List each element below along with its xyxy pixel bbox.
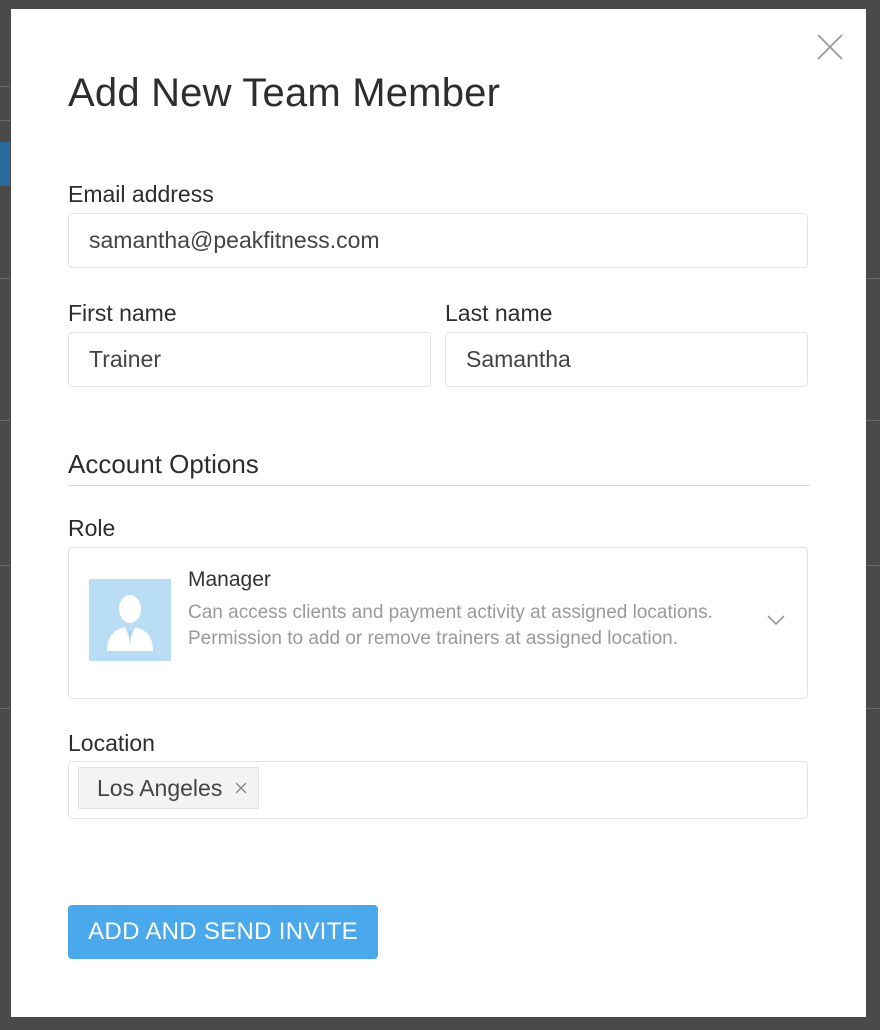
last-name-label: Last name — [445, 300, 553, 326]
background-divider — [0, 708, 10, 709]
background-divider — [866, 278, 880, 279]
remove-tag-icon[interactable] — [234, 781, 248, 795]
location-multiselect[interactable]: Los Angeles — [68, 761, 808, 819]
last-name-field[interactable]: Samantha — [445, 332, 808, 387]
close-button[interactable] — [816, 33, 844, 61]
background-divider — [866, 708, 880, 709]
background-divider — [866, 420, 880, 421]
first-name-field[interactable]: Trainer — [68, 332, 431, 387]
email-value: samantha@peakfitness.com — [89, 227, 380, 253]
last-name-value: Samantha — [466, 346, 571, 372]
role-selected-name: Manager — [188, 568, 271, 591]
background-divider — [0, 420, 10, 421]
first-name-value: Trainer — [89, 346, 161, 372]
account-options-heading: Account Options — [68, 449, 259, 479]
role-selected-description: Can access clients and payment activity … — [188, 602, 713, 649]
background-divider — [866, 565, 880, 566]
background-divider — [0, 278, 10, 279]
location-tag: Los Angeles — [78, 767, 260, 809]
close-icon — [817, 34, 843, 60]
first-name-label: First name — [68, 300, 177, 326]
chevron-down-icon — [767, 615, 785, 626]
add-and-send-invite-button[interactable]: ADD AND SEND INVITE — [68, 905, 378, 959]
background-divider — [0, 86, 10, 87]
role-select[interactable]: Manager Can access clients and payment a… — [68, 547, 808, 699]
manager-avatar-icon — [89, 579, 171, 661]
background-divider — [0, 565, 10, 566]
background-divider — [0, 120, 10, 121]
email-label: Email address — [68, 181, 214, 207]
location-label: Location — [68, 730, 155, 756]
background-page-highlight — [0, 142, 10, 186]
modal-title: Add New Team Member — [68, 71, 501, 115]
section-divider — [68, 485, 810, 486]
location-tag-label: Los Angeles — [97, 774, 223, 801]
role-label: Role — [68, 515, 116, 541]
add-team-member-modal: Add New Team Member Email address samant… — [11, 9, 866, 1017]
email-field[interactable]: samantha@peakfitness.com — [68, 213, 808, 268]
